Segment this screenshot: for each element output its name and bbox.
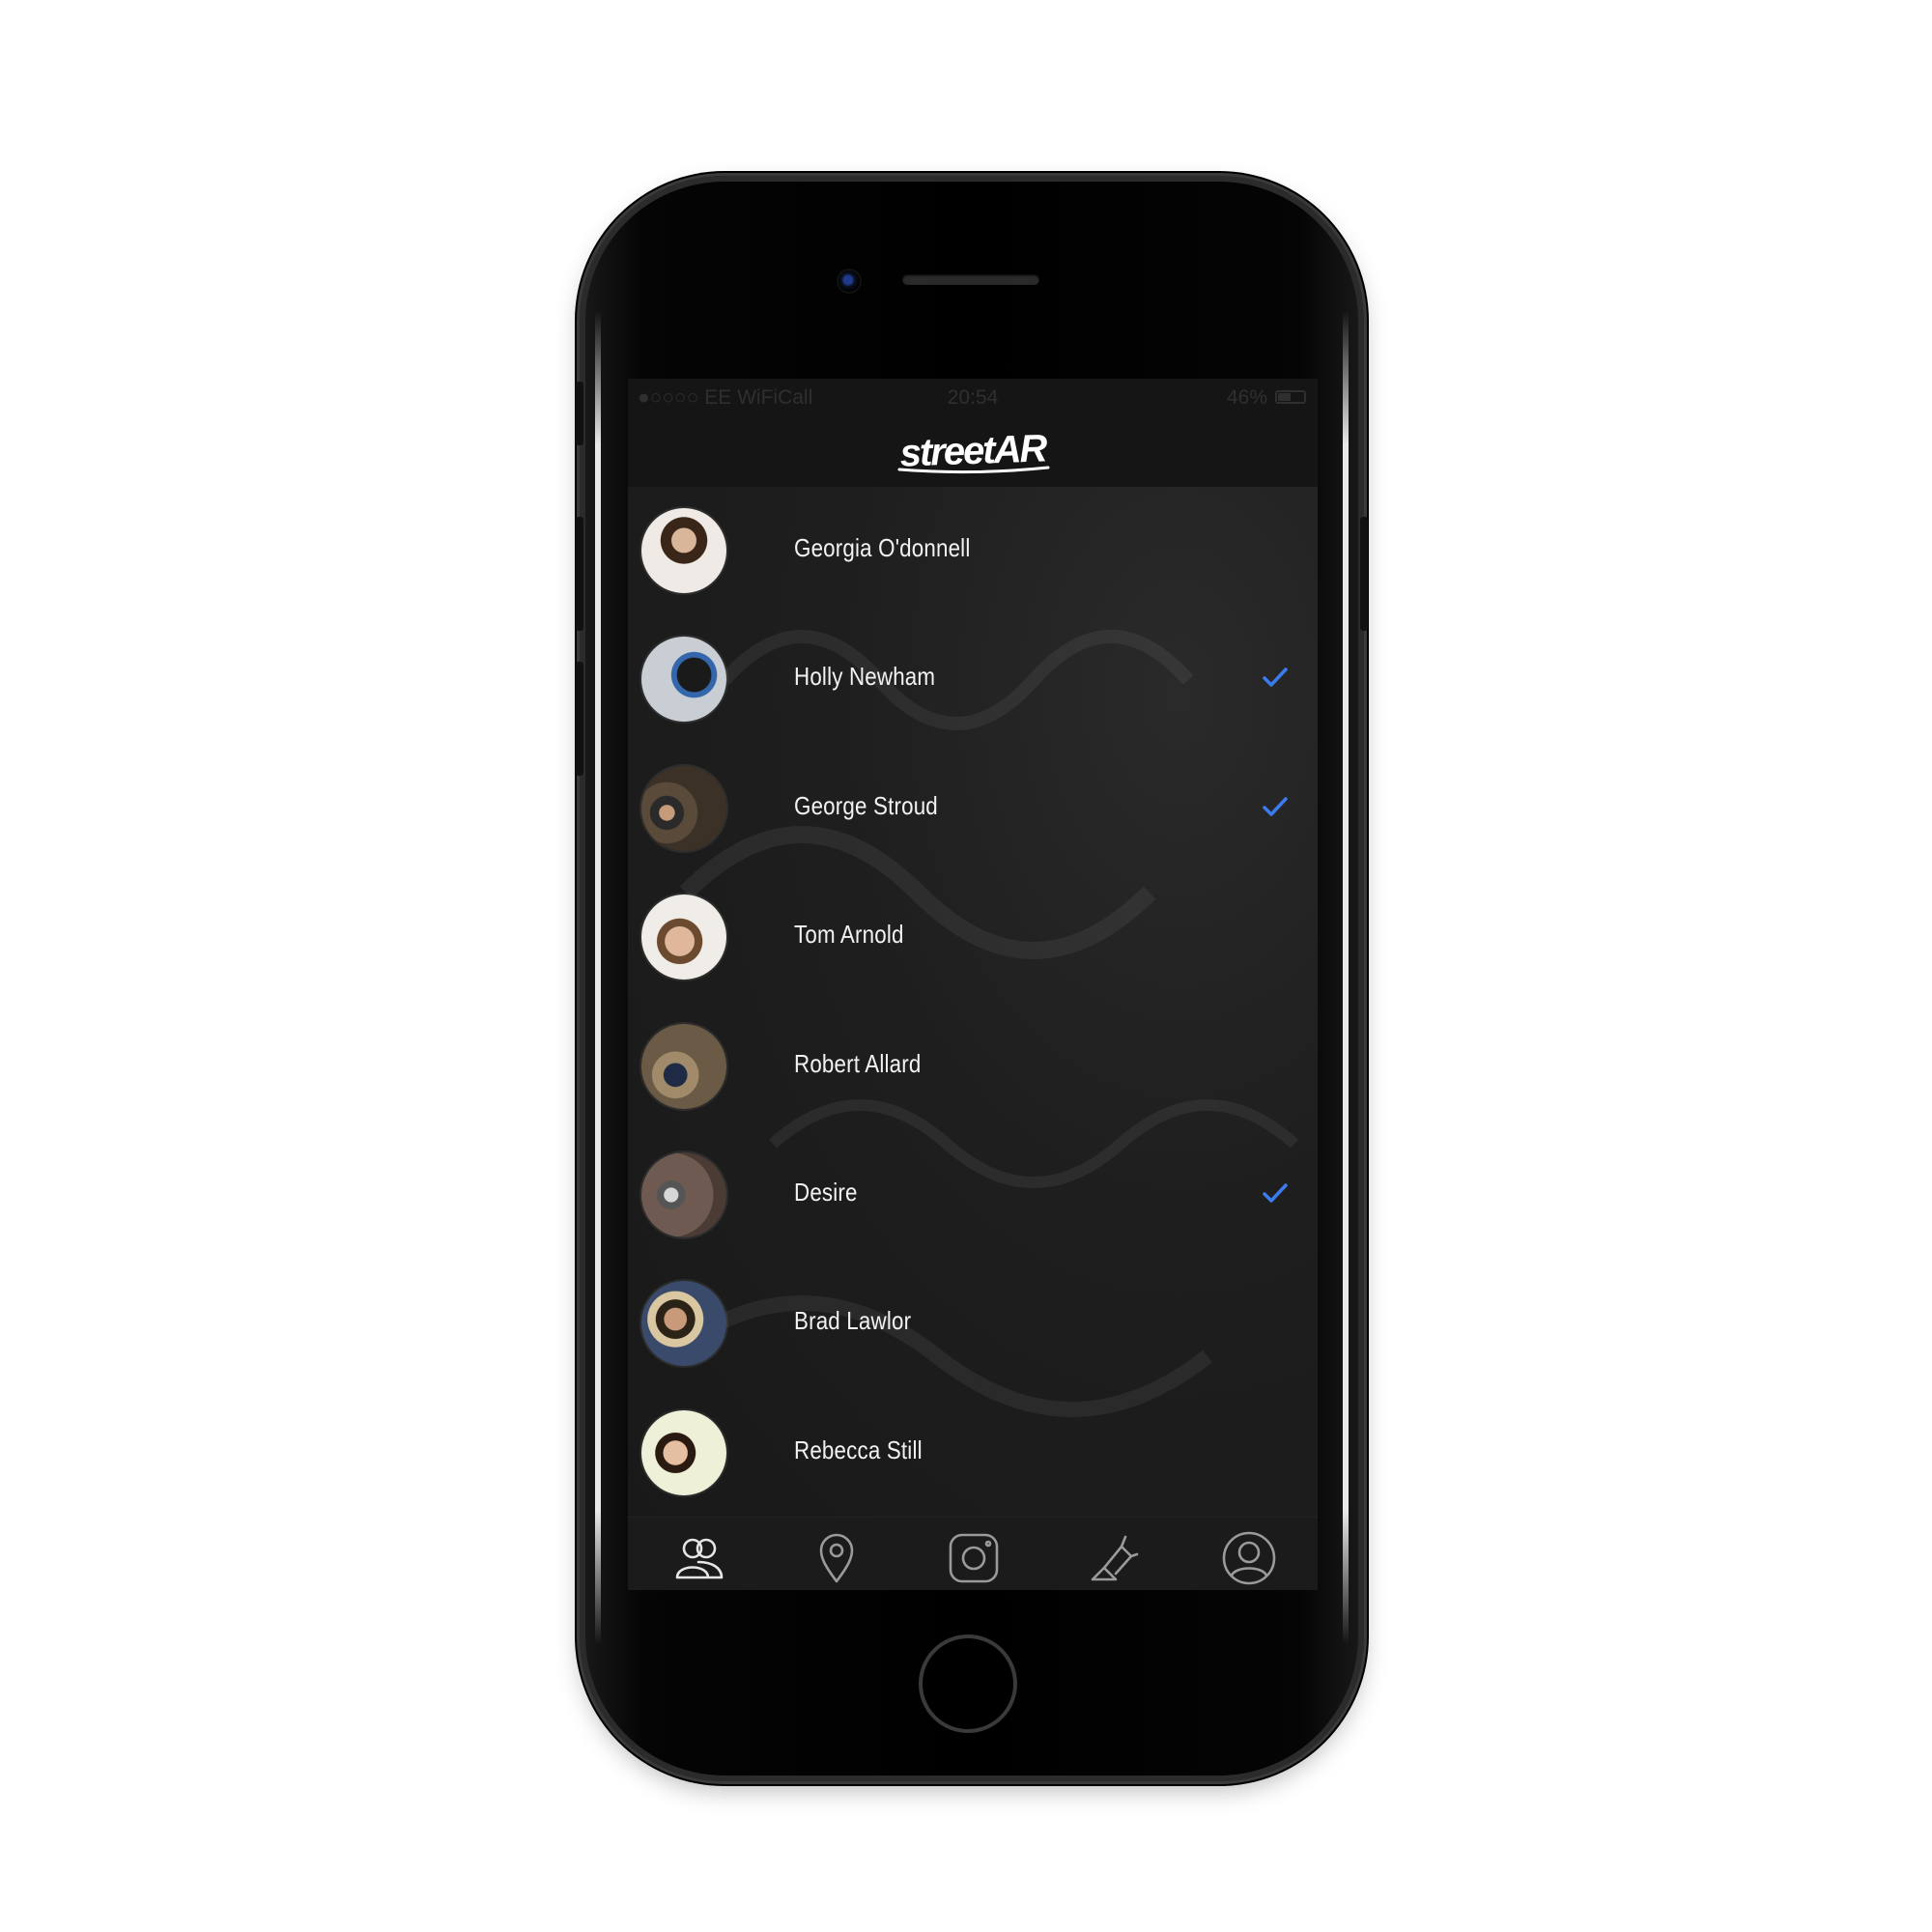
tab-friends[interactable]: [669, 1529, 727, 1587]
app-logo: streetAR: [628, 425, 1318, 484]
tab-spray-can[interactable]: [1083, 1529, 1141, 1587]
contact-avatar: [641, 637, 726, 723]
contact-avatar: [641, 765, 726, 851]
contact-name: Desire: [794, 1177, 858, 1207]
navigation-bar: streetAR: [628, 417, 1318, 487]
tab-instagram[interactable]: [945, 1529, 1003, 1587]
contact-avatar: [641, 1151, 726, 1237]
contact-row[interactable]: Georgia O'donnell: [628, 487, 1318, 615]
svg-text:streetAR: streetAR: [899, 427, 1048, 474]
tab-bar: [628, 1517, 1318, 1590]
contact-name: George Stroud: [794, 790, 938, 820]
phone-edge-highlight: [1343, 311, 1349, 1644]
contact-row[interactable]: Brad Lawlor: [628, 1260, 1318, 1388]
clock: 20:54: [947, 386, 999, 409]
contact-avatar: [641, 1023, 726, 1109]
volume-down-button[interactable]: [576, 662, 583, 776]
front-camera: [838, 270, 860, 292]
contact-name: Rebecca Still: [794, 1435, 923, 1464]
contact-name: Brad Lawlor: [794, 1306, 912, 1336]
contact-avatar: [641, 1281, 726, 1367]
contact-row[interactable]: George Stroud: [628, 745, 1318, 873]
contact-row[interactable]: Desire: [628, 1131, 1318, 1260]
home-button[interactable]: [919, 1634, 1017, 1733]
contact-avatar: [641, 1409, 726, 1495]
profile-icon: [1222, 1531, 1276, 1585]
checkmark-icon: [1263, 797, 1288, 816]
volume-up-button[interactable]: [576, 517, 583, 631]
contact-avatar: [641, 508, 726, 593]
tab-location-pin[interactable]: [808, 1529, 866, 1587]
friends-icon: [675, 1538, 724, 1579]
contact-row[interactable]: Tom Arnold: [628, 873, 1318, 1002]
contact-name: Robert Allard: [794, 1048, 922, 1078]
location-pin-icon: [819, 1533, 853, 1583]
tab-profile[interactable]: [1220, 1529, 1278, 1587]
checkmark-icon: [1263, 668, 1288, 688]
battery-percent: 46%: [1226, 386, 1267, 409]
streetar-logo-icon: streetAR: [897, 427, 1050, 475]
contact-list: Georgia O'donnell Holly Newham George Stro…: [628, 487, 1318, 1517]
power-button[interactable]: [1360, 517, 1368, 631]
instagram-icon: [949, 1533, 999, 1583]
status-bar: ●○○○○ EE WiFiCall 20:54 46%: [628, 379, 1318, 417]
mute-switch[interactable]: [576, 382, 583, 445]
spray-can-icon: [1091, 1535, 1138, 1581]
contact-avatar: [641, 895, 726, 980]
battery-icon: [1275, 390, 1306, 404]
phone-edge-highlight: [595, 311, 601, 1644]
contact-row[interactable]: Holly Newham: [628, 615, 1318, 744]
contact-row[interactable]: Robert Allard: [628, 1003, 1318, 1131]
app-screen: ●○○○○ EE WiFiCall 20:54 46% streetAR Geo…: [628, 379, 1318, 1590]
checkmark-icon: [1263, 1183, 1288, 1203]
contact-row[interactable]: Rebecca Still: [628, 1389, 1318, 1518]
contact-name: Holly Newham: [794, 662, 936, 692]
contact-name: Georgia O'donnell: [794, 533, 971, 562]
contact-name: Tom Arnold: [794, 920, 904, 950]
earpiece-speaker: [902, 274, 1039, 285]
